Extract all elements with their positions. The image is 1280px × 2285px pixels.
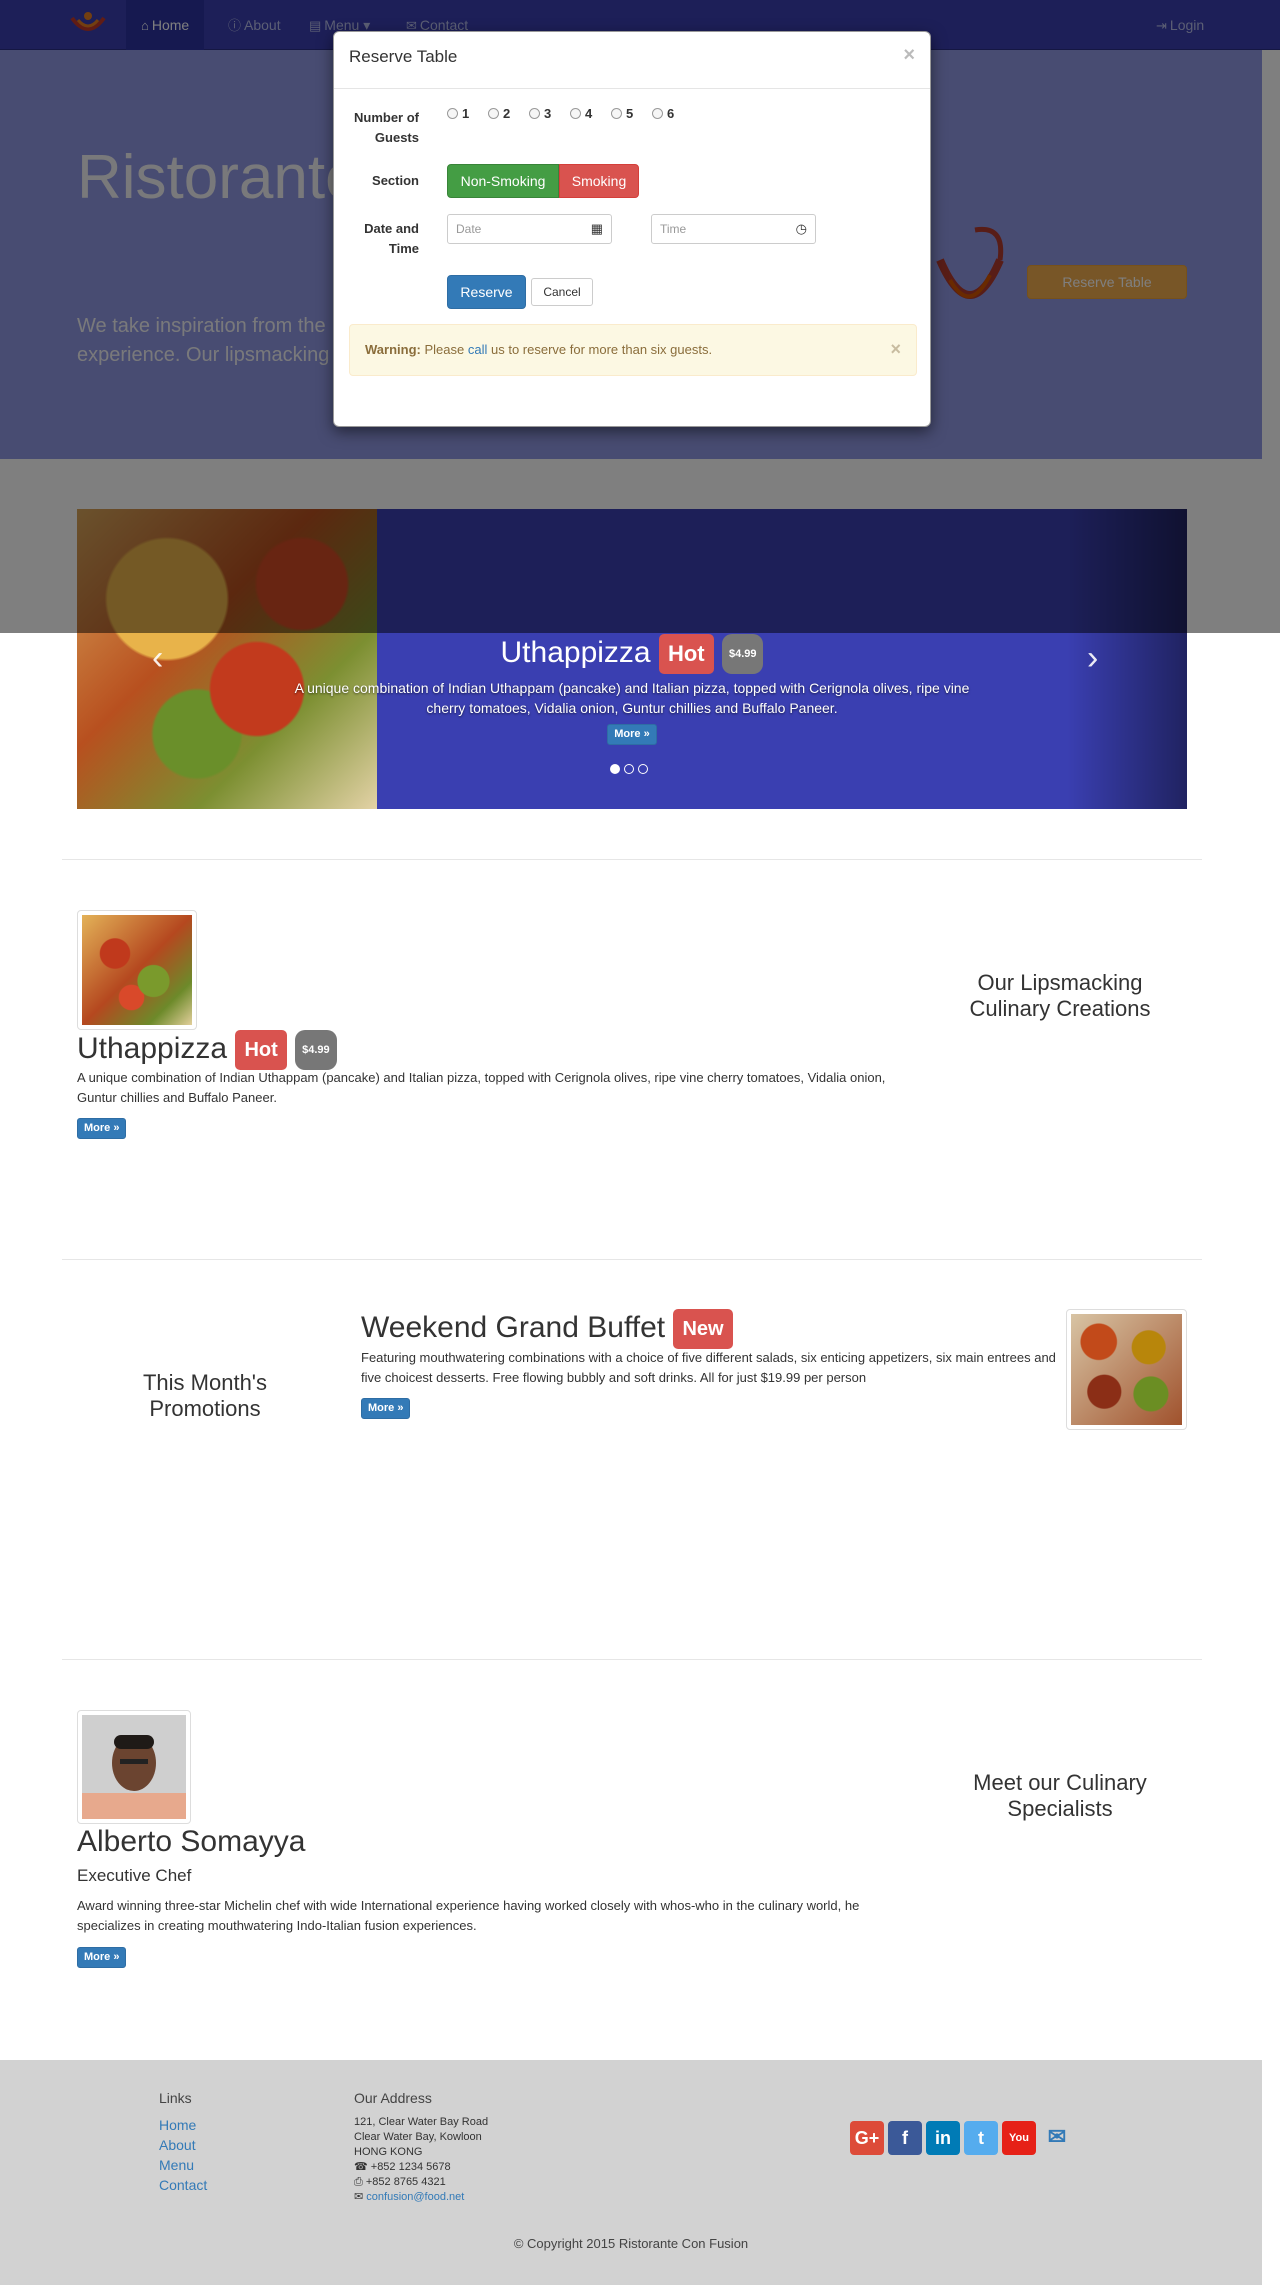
close-icon[interactable]: ×: [903, 44, 915, 67]
chevron-right-icon[interactable]: ›: [1087, 639, 1098, 678]
footer-link-menu[interactable]: Menu: [159, 2157, 194, 2173]
call-link[interactable]: call: [468, 342, 488, 357]
radio-icon: [529, 108, 540, 119]
dish-description: A unique combination of Indian Uthappam …: [77, 1070, 886, 1105]
footer-link-home[interactable]: Home: [159, 2117, 196, 2133]
promotion-description: Featuring mouthwatering combinations wit…: [361, 1350, 1056, 1385]
warning-alert: Warning: Please call us to reserve for m…: [349, 324, 917, 376]
dish-more-button[interactable]: More »: [77, 1118, 127, 1139]
chef-name: Alberto Somayya: [77, 1825, 306, 1858]
dish-side-heading: Our Lipsmacking Culinary Creations: [969, 970, 1151, 1021]
fax-icon: ⎙: [354, 2176, 363, 2188]
guests-radio-5[interactable]: 5: [611, 106, 633, 121]
promotion-thumbnail: [1066, 1309, 1187, 1430]
carousel-indicator-3[interactable]: [638, 764, 648, 774]
date-input[interactable]: Date ▦: [447, 214, 612, 244]
dish-name: Uthappizza: [77, 1031, 228, 1065]
hot-label: Hot: [658, 634, 714, 674]
radio-icon: [488, 108, 499, 119]
radio-icon: [611, 108, 622, 119]
chef-description: Award winning three-star Michelin chef w…: [77, 1898, 860, 1933]
phone-icon: ☎: [354, 2161, 368, 2173]
footer-address-heading: Our Address: [354, 2090, 432, 2106]
youtube-icon[interactable]: You: [1002, 2121, 1036, 2155]
chef-side-heading: Meet our Culinary Specialists: [973, 1770, 1147, 1821]
non-smoking-button[interactable]: Non-Smoking: [447, 164, 559, 198]
chef-more-button[interactable]: More »: [77, 1947, 127, 1968]
guests-radio-3[interactable]: 3: [529, 106, 551, 121]
chef-avatar: [82, 1715, 186, 1819]
carousel-dish-name: Uthappizza: [500, 635, 651, 669]
divider: [62, 1659, 1202, 1660]
footer-link-about[interactable]: About: [159, 2137, 196, 2153]
divider: [62, 1259, 1202, 1260]
promotion-side-heading: This Month's Promotions: [142, 1370, 268, 1421]
footer-email-link[interactable]: confusion@food.net: [366, 2191, 464, 2203]
datetime-label: Date and Time: [364, 221, 419, 256]
radio-icon: [447, 108, 458, 119]
promotion-more-button[interactable]: More »: [361, 1398, 411, 1419]
carousel-caption: Uthappizza Hot $4.99 A unique combinatio…: [287, 634, 977, 745]
guests-label: Number of Guests: [354, 110, 419, 145]
footer-links-heading: Links: [159, 2090, 192, 2106]
reserve-table-modal: Reserve Table × Number of Guests 1 2 3 4…: [333, 31, 931, 427]
envelope-icon: ✉: [354, 2191, 364, 2203]
cancel-button[interactable]: Cancel: [531, 278, 593, 306]
price-badge: $4.99: [295, 1030, 337, 1070]
divider: [62, 859, 1202, 860]
guests-radio-1[interactable]: 1: [447, 106, 469, 121]
carousel-indicator-1[interactable]: [610, 764, 620, 774]
reserve-button[interactable]: Reserve: [447, 275, 526, 309]
footer-address: 121, Clear Water Bay Road Clear Water Ba…: [354, 2116, 489, 2203]
clock-icon: ◷: [795, 221, 807, 236]
twitter-icon[interactable]: t: [964, 2121, 998, 2155]
radio-icon: [570, 108, 581, 119]
chef-role: Executive Chef: [77, 1866, 192, 1885]
chevron-left-icon[interactable]: ‹: [152, 639, 163, 678]
smoking-button[interactable]: Smoking: [559, 164, 639, 198]
promotion-name: Weekend Grand Buffet: [361, 1310, 666, 1344]
new-label: New: [673, 1309, 733, 1349]
linkedin-icon[interactable]: in: [926, 2121, 960, 2155]
guests-radio-4[interactable]: 4: [570, 106, 592, 121]
carousel-indicator-2[interactable]: [624, 764, 634, 774]
time-input[interactable]: Time ◷: [651, 214, 816, 244]
section-label: Section: [372, 173, 419, 188]
copyright: © Copyright 2015 Ristorante Con Fusion: [513, 2236, 749, 2251]
carousel-indicators: [608, 761, 658, 775]
calendar-icon: ▦: [590, 221, 603, 236]
mail-icon[interactable]: ✉: [1040, 2121, 1074, 2155]
footer-link-contact[interactable]: Contact: [159, 2177, 207, 2193]
facebook-icon[interactable]: f: [888, 2121, 922, 2155]
alert-close-icon[interactable]: ×: [890, 339, 901, 360]
modal-title: Reserve Table: [349, 47, 458, 66]
radio-icon: [652, 108, 663, 119]
modal-header: Reserve Table ×: [334, 32, 930, 89]
price-badge: $4.99: [721, 634, 764, 674]
warning-text: Warning: Please call us to reserve for m…: [365, 342, 713, 357]
guests-radio-6[interactable]: 6: [652, 106, 674, 121]
dish-thumbnail: [77, 910, 197, 1030]
google-plus-icon[interactable]: G+: [850, 2121, 884, 2155]
chef-photo: [77, 1710, 191, 1824]
carousel-description: A unique combination of Indian Uthappam …: [294, 680, 970, 716]
guests-radio-2[interactable]: 2: [488, 106, 510, 121]
carousel-more-button[interactable]: More »: [607, 724, 657, 745]
hot-label: Hot: [235, 1030, 287, 1070]
